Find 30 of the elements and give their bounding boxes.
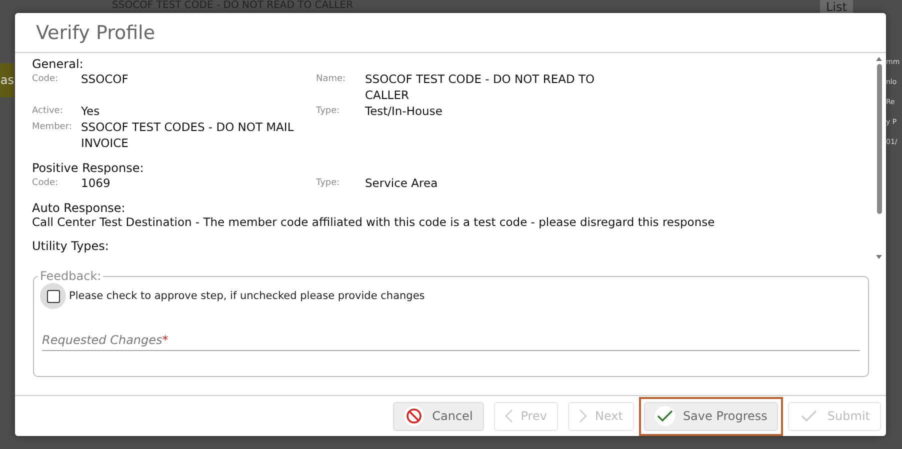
requested-changes-field[interactable]: Requested Changes*: [42, 333, 860, 351]
checkmark-icon: [801, 410, 818, 422]
scroll-down-icon[interactable]: [876, 255, 882, 259]
section-heading: Positive Response:: [32, 161, 145, 175]
field-label: Code:: [32, 73, 60, 84]
chevron-right-icon: [578, 409, 587, 423]
scroll-up-icon[interactable]: [876, 57, 882, 61]
section-heading: Utility Types:: [32, 239, 110, 253]
field-value: SSOCOF TEST CODES - DO NOT MAIL INVOICE: [81, 119, 295, 151]
field-value: Test/In-House: [365, 103, 444, 119]
field-label: Type:: [316, 177, 341, 188]
cancel-button[interactable]: Cancel: [393, 402, 484, 430]
field-label: Member:: [32, 121, 73, 132]
feedback-legend: Feedback:: [38, 269, 104, 283]
field-label: Code:: [32, 177, 60, 188]
field-label: Name:: [316, 73, 347, 84]
response-text: Call Center Test Destination - The member code affiliated with this code is a test code - please disregard this response: [32, 215, 716, 229]
dialog-title: Verify Profile: [15, 13, 886, 53]
field-value: Service Area: [365, 175, 439, 191]
field-label: Type:: [316, 105, 341, 116]
save-button[interactable]: Save Progress: [644, 402, 778, 430]
section-heading: Auto Response:: [32, 201, 126, 215]
chevron-left-icon: [504, 409, 513, 423]
checkmark-icon: [656, 410, 673, 422]
section-heading: General:: [32, 57, 84, 71]
checkbox[interactable]: [46, 290, 60, 302]
field-label: Active:: [32, 105, 64, 116]
prohibited-icon: [406, 408, 422, 424]
checkbox-label: Please check to approve step, if unchecked please provide changes: [69, 290, 425, 302]
field-value: SSOCOF TEST CODE - DO NOT READ TO CALLER: [365, 71, 596, 103]
